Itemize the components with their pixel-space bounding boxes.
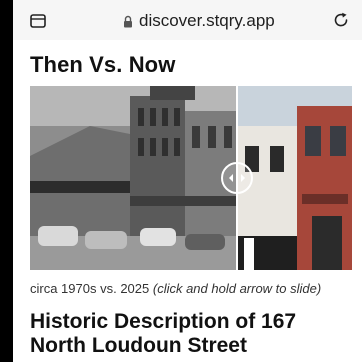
then-photo (30, 86, 237, 270)
browser-frame: discover.stqry.app Then Vs. Now circa 19… (13, 0, 362, 362)
section-heading: Historic Description of 167 North Loudou… (30, 310, 297, 357)
url-text: discover.stqry.app (139, 11, 275, 30)
caption-main: circa 1970s vs. 2025 (30, 281, 150, 296)
now-photo (237, 86, 352, 270)
then-now-comparison[interactable] (30, 86, 352, 270)
url-field[interactable]: discover.stqry.app (123, 10, 275, 32)
comparison-caption: circa 1970s vs. 2025 (click and hold arr… (30, 281, 321, 296)
lock-icon (124, 15, 132, 27)
slider-handle[interactable] (221, 162, 253, 194)
tabs-icon[interactable] (30, 14, 46, 28)
caption-hint: (click and hold arrow to slide) (152, 281, 322, 296)
browser-address-bar: discover.stqry.app (13, 0, 362, 40)
page-title: Then Vs. Now (30, 52, 176, 77)
reload-icon[interactable] (332, 11, 350, 29)
